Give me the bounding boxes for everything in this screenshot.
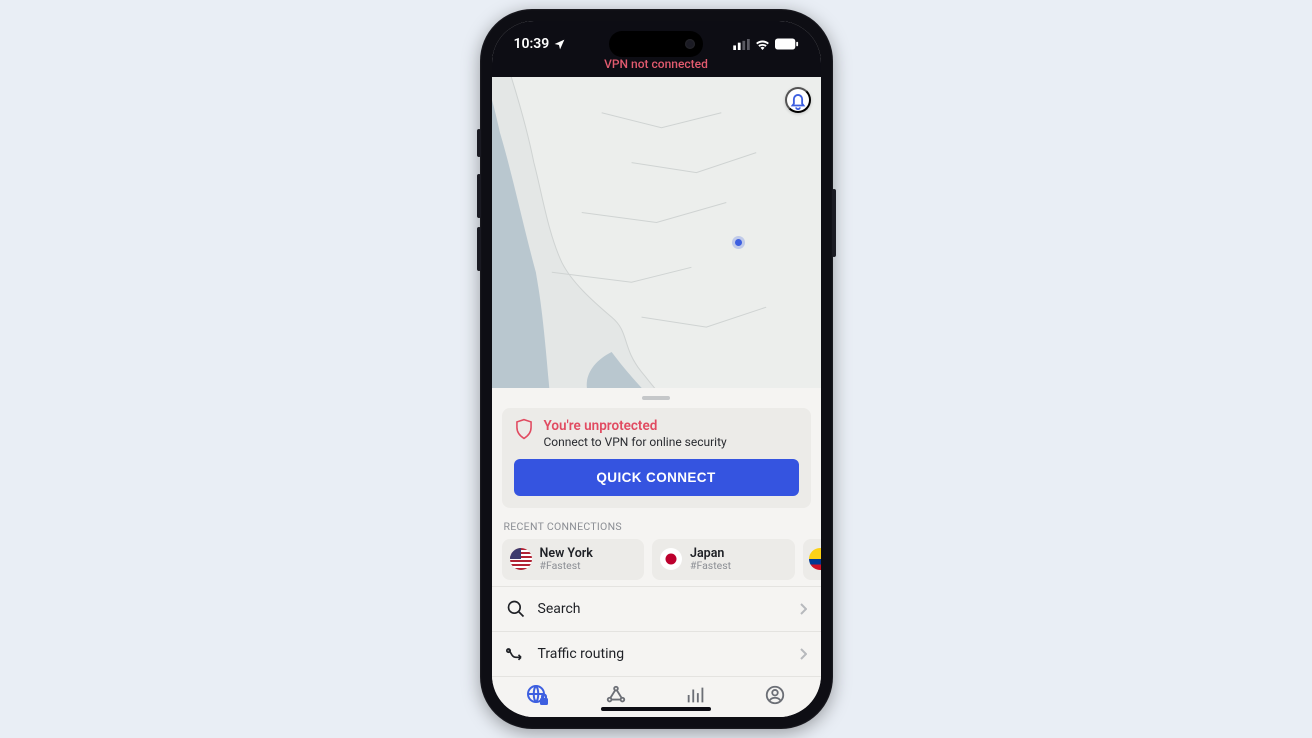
search-icon	[506, 599, 526, 619]
bottom-sheet: You're unprotected Connect to VPN for on…	[492, 388, 821, 717]
tab-bar	[492, 677, 821, 717]
location-arrow-icon	[553, 38, 566, 51]
chevron-right-icon	[799, 648, 807, 660]
recent-heading: RECENT CONNECTIONS	[504, 520, 809, 533]
recent-connection-japan[interactable]: Japan #Fastest	[652, 539, 795, 580]
screen: 10:39 VPN not connected	[492, 21, 821, 717]
chevron-right-icon	[799, 603, 807, 615]
tab-profile[interactable]	[747, 684, 803, 706]
flag-us-icon	[510, 548, 532, 570]
map-view[interactable]	[492, 77, 821, 388]
recent-connection-overflow[interactable]	[803, 539, 821, 580]
routing-icon	[506, 644, 526, 664]
phone-frame: 10:39 VPN not connected	[480, 9, 833, 729]
recent-connection-tag: #Fastest	[540, 560, 593, 572]
notifications-button[interactable]	[785, 87, 811, 113]
battery-icon	[775, 38, 799, 50]
nodes-icon	[605, 684, 627, 706]
wifi-icon	[755, 39, 770, 50]
home-indicator[interactable]	[601, 707, 711, 711]
recent-connection-newyork[interactable]: New York #Fastest	[502, 539, 645, 580]
protection-status-card: You're unprotected Connect to VPN for on…	[502, 408, 811, 508]
recent-connection-name: New York	[540, 547, 593, 561]
bell-icon	[787, 89, 809, 111]
cellular-signal-icon	[733, 39, 750, 50]
sheet-grab-handle[interactable]	[642, 396, 670, 400]
flag-co-icon	[809, 548, 821, 570]
tab-meshnet[interactable]	[588, 684, 644, 706]
flag-jp-icon	[660, 548, 682, 570]
silent-switch	[477, 129, 481, 157]
search-row[interactable]: Search	[492, 586, 821, 632]
vpn-status-banner: VPN not connected	[492, 57, 821, 77]
quick-connect-button[interactable]: QUICK CONNECT	[514, 459, 799, 496]
tab-stats[interactable]	[668, 684, 724, 706]
volume-up-button	[477, 174, 481, 218]
recent-connections-row: New York #Fastest Japan #Fastest	[492, 539, 821, 580]
status-time: 10:39	[514, 36, 550, 52]
recent-connection-name: Japan	[690, 547, 731, 561]
protection-title: You're unprotected	[544, 418, 727, 435]
power-button	[832, 189, 836, 257]
bars-icon	[685, 684, 707, 706]
recent-connection-tag: #Fastest	[690, 560, 731, 572]
map-geo-icon	[492, 77, 821, 388]
shield-icon	[514, 418, 534, 440]
traffic-routing-row[interactable]: Traffic routing	[492, 632, 821, 677]
traffic-routing-label: Traffic routing	[538, 646, 787, 662]
dynamic-island	[609, 31, 703, 57]
volume-down-button	[477, 227, 481, 271]
current-location-marker	[735, 239, 742, 246]
menu-list: Search Traffic routing	[492, 586, 821, 677]
protection-subtitle: Connect to VPN for online security	[544, 435, 727, 449]
tab-home[interactable]	[509, 683, 565, 707]
profile-icon	[764, 684, 786, 706]
globe-lock-icon	[525, 683, 549, 707]
search-label: Search	[538, 601, 787, 617]
front-camera-icon	[685, 39, 695, 49]
